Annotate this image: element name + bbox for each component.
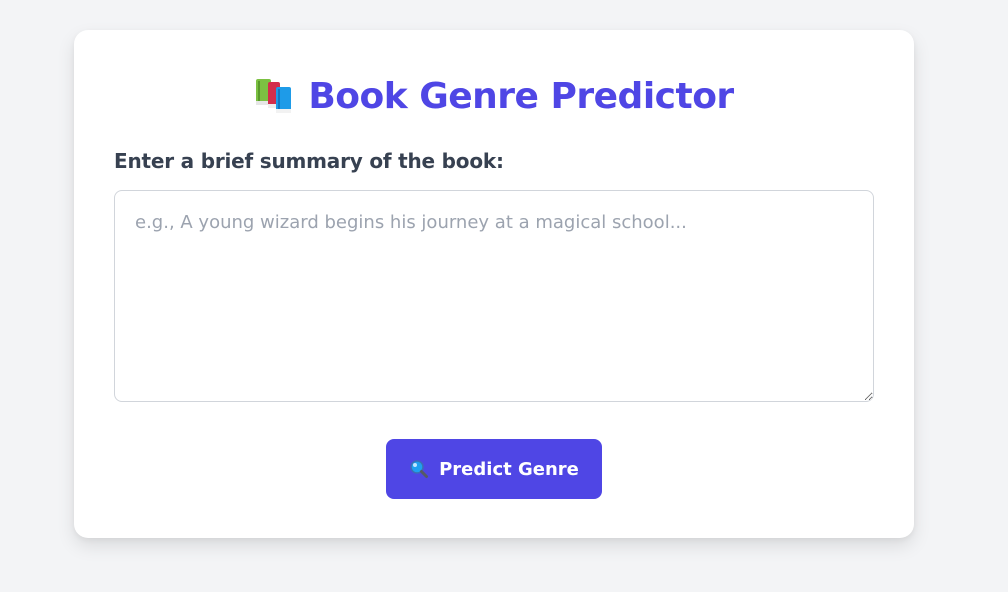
predict-genre-button[interactable]: Predict Genre xyxy=(386,439,602,499)
magnifier-icon xyxy=(409,459,429,479)
predict-genre-label: Predict Genre xyxy=(439,458,579,480)
summary-label: Enter a brief summary of the book: xyxy=(114,149,504,173)
summary-input[interactable] xyxy=(114,190,874,402)
page-title: Book Genre Predictor xyxy=(308,75,734,117)
books-icon xyxy=(254,77,294,115)
header: Book Genre Predictor xyxy=(74,74,914,118)
predictor-card: Book Genre Predictor Enter a brief summa… xyxy=(74,30,914,538)
